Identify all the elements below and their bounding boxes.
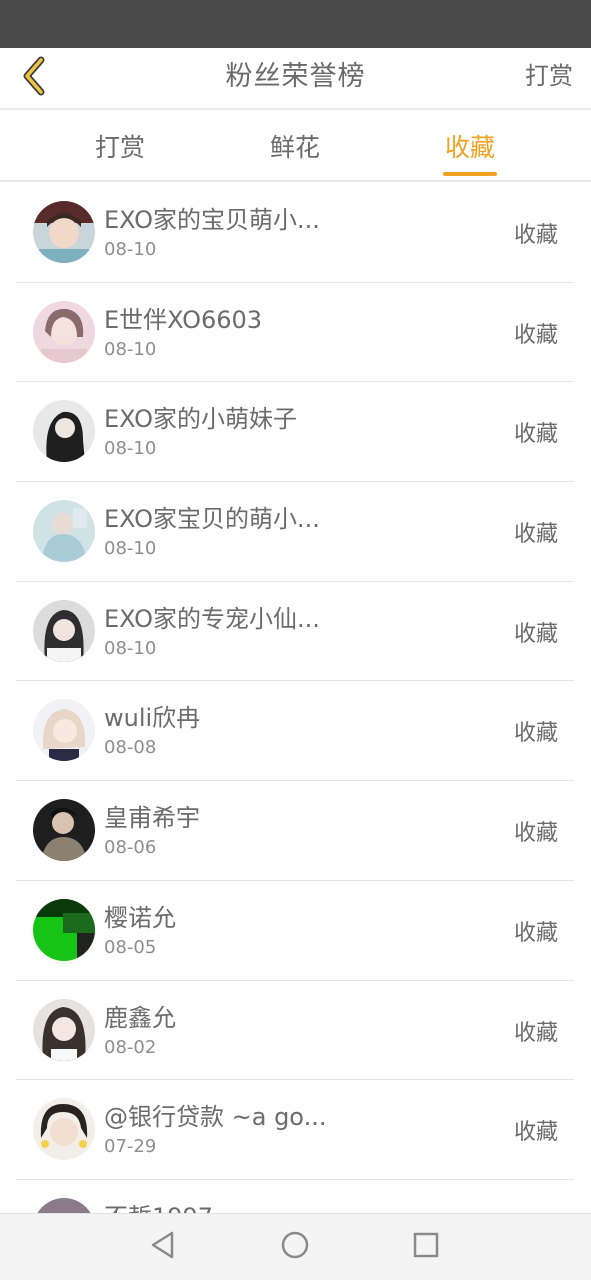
avatar	[33, 799, 95, 862]
nav-home-button[interactable]	[278, 1230, 312, 1264]
favorite-label[interactable]: 收藏	[514, 516, 558, 548]
fan-date: 08-10	[104, 239, 157, 260]
nav-recent-button[interactable]	[409, 1230, 443, 1264]
fan-date: 08-02	[104, 1036, 157, 1058]
fan-date: 07-29	[104, 1136, 157, 1158]
fan-name: E世伴XO6603	[104, 305, 263, 334]
circle-home-icon	[280, 1230, 310, 1264]
triangle-back-icon	[148, 1230, 178, 1264]
list-item[interactable]: @银行贷款 ~a go... 07-29 收藏	[16, 1080, 574, 1180]
fans-list[interactable]: EXO家的宝贝萌小... 08-10 收藏 E世伴XO6603 08-10 收藏…	[16, 183, 574, 1213]
fan-date: 08-05	[104, 936, 157, 958]
fan-name: EXO家的小萌妹子	[104, 405, 297, 434]
fan-date: 08-10	[104, 338, 157, 360]
favorite-label[interactable]: 收藏	[514, 616, 558, 648]
avatar	[33, 1197, 95, 1213]
fan-date: 08-10	[104, 538, 157, 560]
tab-favorites[interactable]: 收藏	[434, 112, 506, 180]
favorite-label[interactable]: 收藏	[514, 715, 558, 747]
list-item[interactable]: 皇甫希宇 08-06 收藏	[16, 781, 574, 881]
square-recent-icon	[411, 1230, 441, 1264]
avatar	[33, 998, 95, 1061]
tab-label: 鲜花	[269, 133, 320, 162]
avatar	[33, 400, 95, 463]
avatar	[33, 300, 95, 363]
avatar	[33, 599, 95, 662]
fan-date: 08-10	[104, 637, 157, 659]
nav-back-button[interactable]	[146, 1230, 180, 1264]
favorite-label[interactable]: 收藏	[514, 317, 558, 349]
avatar	[33, 699, 95, 762]
fan-name: wuli欣冉	[104, 704, 201, 733]
fan-name: 不哲1997	[104, 1197, 213, 1213]
list-item[interactable]: wuli欣冉 08-08 收藏	[16, 681, 574, 782]
tab-label: 打赏	[94, 133, 145, 162]
favorite-label[interactable]: 收藏	[514, 1114, 558, 1146]
fan-name: 皇甫希宇	[104, 804, 200, 833]
tab-active-indicator	[443, 172, 497, 176]
avatar	[33, 898, 95, 961]
favorite-label[interactable]: 收藏	[514, 416, 558, 448]
tab-reward[interactable]: 打赏	[84, 112, 156, 180]
list-item[interactable]: E世伴XO6603 08-10 收藏	[16, 283, 574, 383]
list-item[interactable]: EXO家的小萌妹子 08-10 收藏	[16, 382, 574, 483]
list-item[interactable]: 鹿鑫允 08-02 收藏	[16, 981, 574, 1081]
tab-label: 收藏	[444, 133, 495, 162]
list-item[interactable]: EXO家的宝贝萌小... 08-10 收藏	[16, 183, 574, 283]
reward-button[interactable]: 打赏	[525, 48, 573, 108]
list-item[interactable]: 樱诺允 08-05 收藏	[16, 881, 574, 981]
favorite-label[interactable]: 收藏	[514, 915, 558, 947]
fan-name: 樱诺允	[104, 903, 176, 932]
fan-name: EXO家宝贝的萌小...	[104, 505, 320, 534]
tab-flowers[interactable]: 鲜花	[259, 112, 331, 180]
fan-name: EXO家的专宠小仙...	[104, 604, 320, 633]
fan-date: 08-08	[104, 737, 157, 759]
fan-name: EXO家的宝贝萌小...	[104, 206, 320, 234]
list-item[interactable]: 不哲1997	[16, 1180, 574, 1213]
fan-date: 08-06	[104, 837, 157, 859]
favorite-label[interactable]: 收藏	[514, 1015, 558, 1047]
fan-name: 鹿鑫允	[104, 1003, 176, 1032]
list-item[interactable]: EXO家宝贝的萌小... 08-10 收藏	[16, 482, 574, 582]
avatar	[33, 201, 95, 263]
tab-bar: 打赏 鲜花 收藏	[0, 112, 591, 182]
system-nav-bar	[0, 1213, 591, 1280]
page-title: 粉丝荣誉榜	[225, 61, 366, 92]
avatar	[33, 500, 95, 563]
header: 粉丝荣誉榜 打赏	[0, 48, 591, 110]
favorite-label[interactable]: 收藏	[514, 815, 558, 847]
avatar	[33, 1098, 95, 1161]
list-item[interactable]: EXO家的专宠小仙... 08-10 收藏	[16, 582, 574, 682]
status-bar	[0, 0, 591, 48]
fan-name: @银行贷款 ~a go...	[104, 1103, 327, 1132]
favorite-label[interactable]: 收藏	[514, 217, 558, 249]
fan-date: 08-10	[104, 438, 157, 460]
